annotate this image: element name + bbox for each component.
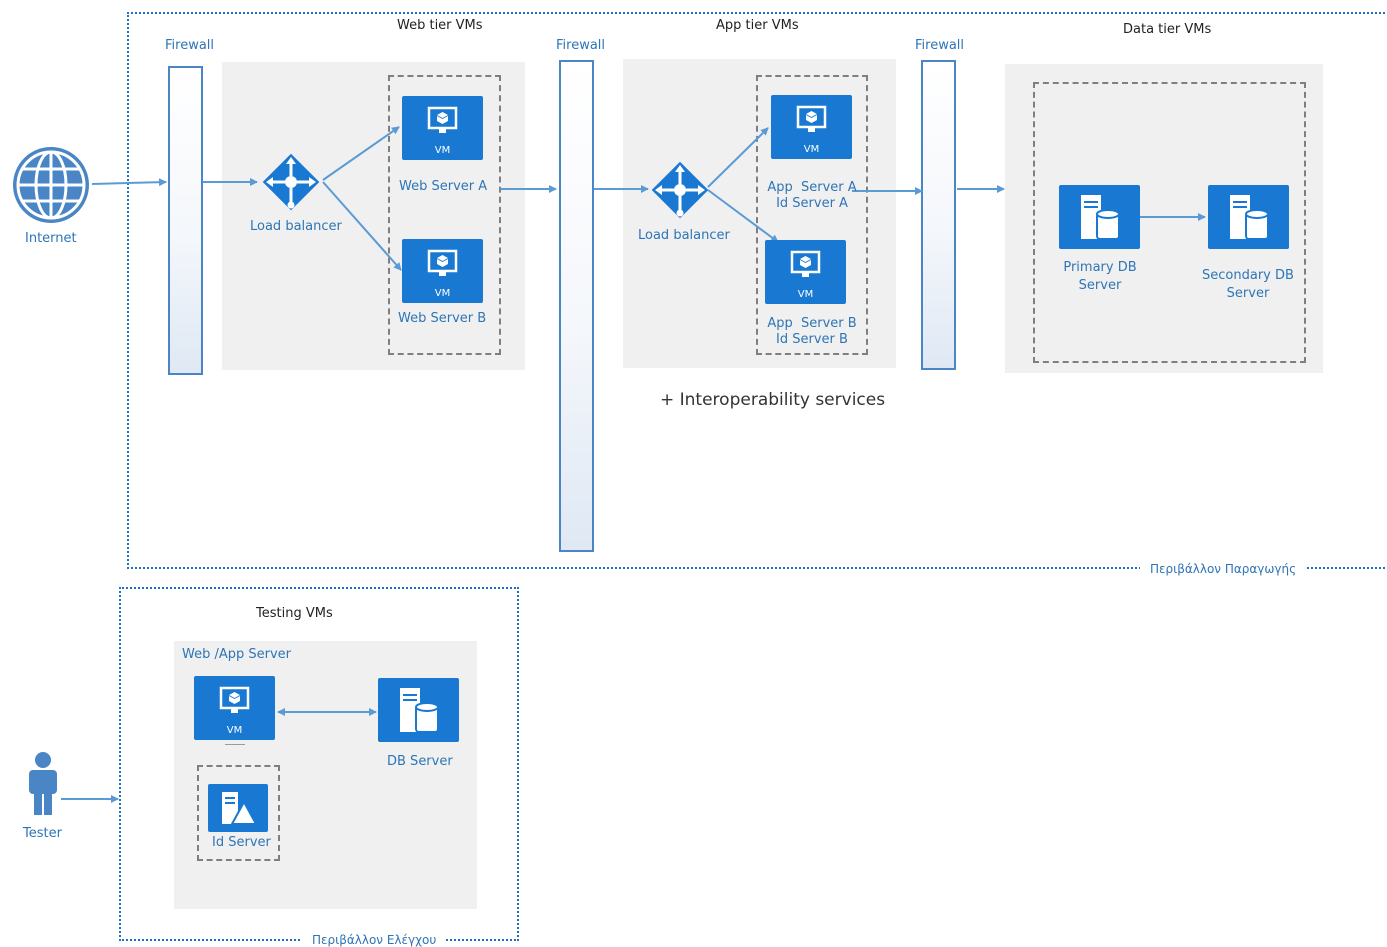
testing-web-app-vm[interactable]: VM (194, 676, 275, 740)
web-server-a-label: Web Server A (399, 179, 488, 194)
web-load-balancer[interactable] (259, 150, 323, 214)
primary-db-server[interactable] (1059, 185, 1140, 249)
person-icon (29, 752, 57, 815)
data-tier-title: Data tier VMs (1123, 22, 1212, 37)
app-load-balancer[interactable] (648, 158, 712, 222)
app-tier-title: App tier VMs (716, 18, 799, 33)
primary-db-line2: Server (1078, 278, 1122, 293)
web-load-balancer-label: Load balancer (250, 219, 342, 234)
tester-node[interactable] (24, 751, 62, 815)
web-server-a-vm[interactable]: VM (402, 96, 483, 160)
vm-badge: VM (226, 725, 243, 736)
db-server-icon (400, 688, 439, 733)
app-server-a-line1: App Server A (767, 180, 857, 195)
interoperability-note: + Interoperability services (660, 390, 886, 410)
app-server-b-line2: Id Server B (776, 332, 848, 347)
app-server-b-vm[interactable]: VM (765, 240, 846, 304)
testing-id-server[interactable] (208, 784, 268, 832)
db-server-icon (1081, 195, 1120, 240)
secondary-db-label: Secondary DB Server (1192, 267, 1304, 303)
testing-title: Testing VMs (256, 606, 333, 621)
web-app-server-label: Web /App Server (182, 647, 292, 662)
app-server-a-line2: Id Server A (776, 196, 848, 211)
web-server-b-vm[interactable]: VM (402, 239, 483, 303)
app-server-b-label: App Server B Id Server B (756, 316, 868, 348)
globe-icon (13, 147, 89, 223)
vm-badge: VM (434, 145, 451, 156)
internet-label: Internet (25, 231, 77, 246)
secondary-db-server[interactable] (1208, 185, 1289, 249)
app-server-a-label: App Server A Id Server A (756, 180, 868, 212)
testing-id-server-label: Id Server (212, 835, 271, 850)
app-firewall-label: Firewall (556, 38, 606, 53)
secondary-db-line2: Server (1226, 286, 1270, 301)
internet-node[interactable] (10, 144, 92, 226)
app-load-balancer-label: Load balancer (638, 228, 730, 243)
vm-underline (225, 744, 245, 745)
vm-badge: VM (803, 144, 820, 155)
data-firewall-label: Firewall (915, 38, 965, 53)
testing-db-server[interactable] (378, 678, 459, 742)
testing-db-server-label: DB Server (387, 754, 453, 769)
primary-db-line1: Primary DB (1063, 260, 1137, 275)
secondary-db-line1: Secondary DB (1202, 268, 1294, 283)
web-tier-title: Web tier VMs (397, 18, 483, 33)
web-firewall-label: Firewall (165, 38, 215, 53)
db-server-icon (1230, 195, 1269, 240)
vm-badge: VM (434, 288, 451, 299)
app-server-a-vm[interactable]: VM (771, 95, 852, 159)
load-balancer-icon (262, 153, 320, 211)
vm-badge: VM (797, 289, 814, 300)
load-balancer-icon (651, 161, 709, 219)
tester-label: Tester (23, 826, 62, 841)
app-server-b-line1: App Server B (767, 316, 857, 331)
primary-db-label: Primary DB Server (1050, 259, 1150, 295)
web-server-b-label: Web Server B (398, 311, 487, 326)
id-server-icon (222, 792, 258, 825)
